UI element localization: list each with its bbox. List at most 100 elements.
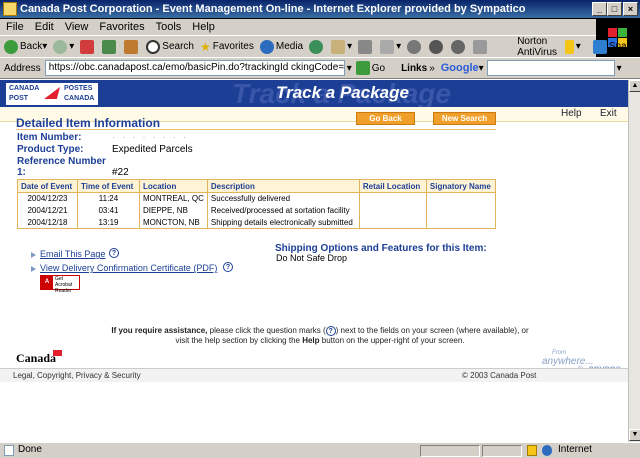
window-title: Canada Post Corporation - Event Manageme…	[20, 3, 526, 15]
address-input[interactable]: https://obc.canadapost.ca/emo/basicPin.d…	[44, 60, 345, 76]
star-icon: ★	[199, 39, 211, 54]
standard-toolbar: Back ▾ ▾ Search ★ Favorites Media ▾ ▾ Nor…	[0, 35, 638, 58]
print-icon	[358, 39, 373, 54]
snagit-icon	[592, 39, 607, 54]
google-search-input[interactable]	[486, 60, 615, 76]
page-footer: Legal, Copyright, Privacy & Security © 2…	[0, 368, 628, 382]
forward-button[interactable]: ▾	[53, 39, 74, 54]
menu-view[interactable]: View	[65, 21, 89, 33]
bullet-arrow-icon	[31, 266, 36, 272]
status-bar: Done Internet	[0, 442, 640, 458]
snagit-button[interactable]: SnagIt	[592, 39, 638, 54]
internet-zone-icon	[542, 445, 552, 456]
history-button[interactable]	[309, 39, 325, 54]
stop-icon	[80, 39, 95, 54]
research-icon	[451, 39, 466, 54]
help-link[interactable]: Help	[561, 108, 582, 119]
back-button[interactable]: Back ▾	[4, 39, 47, 54]
help-question-icon[interactable]: ?	[223, 262, 233, 272]
copyright-text: © 2003 Canada Post	[462, 371, 537, 380]
window-title-bar[interactable]: Canada Post Corporation - Event Manageme…	[0, 0, 640, 19]
refresh-button[interactable]	[102, 39, 118, 54]
address-label: Address	[4, 62, 41, 74]
menu-edit[interactable]: Edit	[35, 21, 54, 33]
discuss-icon	[407, 39, 422, 54]
help-question-icon[interactable]: ?	[109, 248, 119, 258]
shipping-option-item: Do Not Safe Drop	[276, 253, 348, 263]
bullet-arrow-icon	[31, 252, 36, 258]
menu-tools[interactable]: Tools	[156, 21, 182, 33]
table-row: 2004/12/21 03:41 DIEPPE, NB Received/pro…	[17, 204, 497, 217]
menu-file[interactable]: File	[6, 21, 24, 33]
reference-number-row: Reference Number 1: #22	[17, 156, 129, 178]
get-acrobat-reader-badge[interactable]: A Get Acrobat Reader	[40, 275, 80, 294]
go-back-button[interactable]: Go Back	[356, 112, 415, 125]
delivery-certificate-link[interactable]: View Delivery Confirmation Certificate (…	[40, 263, 217, 273]
links-chevron-icon: »	[429, 62, 435, 74]
menu-bar: File Edit View Favorites Tools Help	[0, 19, 640, 35]
maximize-button[interactable]: □	[607, 2, 622, 16]
norton-antivirus-button[interactable]: Norton AntiVirus ▾	[517, 36, 581, 58]
ie-app-icon	[3, 2, 17, 16]
reference-number-value: #22	[112, 167, 129, 178]
go-arrow-icon	[355, 61, 370, 75]
google-dropdown[interactable]: ▾	[479, 63, 484, 74]
col-date: Date of Event	[17, 179, 78, 193]
acrobat-logo-icon: A	[41, 276, 53, 289]
lock-icon	[527, 445, 537, 456]
site-banner: Track a Package CANADA POSTES POST CANAD…	[0, 80, 628, 107]
vertical-scrollbar[interactable]: ▲ ▼	[628, 80, 640, 442]
scroll-down-arrow-icon[interactable]: ▼	[629, 429, 640, 441]
item-number-row: Item Number: · · · · · · · ·	[17, 132, 189, 143]
google-toolbar-logo[interactable]: Google	[441, 62, 479, 74]
research-button[interactable]	[451, 39, 467, 54]
favorites-button[interactable]: ★ Favorites	[200, 40, 254, 54]
table-row: 2004/12/23 11:24 MONTREAL, QC Successful…	[17, 192, 497, 205]
table-header-row: Date of Event Time of Event Location Des…	[17, 179, 497, 193]
google-search-dropdown[interactable]: ▾	[617, 63, 622, 74]
canada-post-logo[interactable]: CANADA POSTES POST CANADA	[6, 83, 98, 105]
messenger-button[interactable]	[429, 39, 445, 54]
col-location: Location	[139, 179, 208, 193]
edit-button[interactable]: ▾	[380, 39, 401, 54]
menu-help[interactable]: Help	[192, 21, 215, 33]
col-signatory: Signatory Name	[425, 179, 497, 193]
col-time: Time of Event	[77, 179, 140, 193]
search-icon	[146, 39, 161, 54]
minimize-button[interactable]: _	[592, 2, 607, 16]
status-text: Done	[18, 444, 42, 455]
new-search-button[interactable]: New Search	[433, 112, 496, 125]
search-button[interactable]: Search	[146, 39, 194, 54]
address-dropdown[interactable]: ▾	[347, 63, 352, 74]
links-button[interactable]: Links	[401, 63, 427, 74]
col-retail-location: Retail Location	[358, 179, 427, 193]
page-status-icon	[4, 445, 14, 456]
menu-favorites[interactable]: Favorites	[99, 21, 144, 33]
mail-button[interactable]: ▾	[331, 39, 352, 54]
norton-icon	[565, 39, 574, 54]
web-page: Track a Package CANADA POSTES POST CANAD…	[0, 80, 628, 442]
email-page-link[interactable]: Email This Page	[40, 249, 105, 259]
exit-link[interactable]: Exit	[600, 108, 617, 119]
scroll-up-arrow-icon[interactable]: ▲	[629, 80, 640, 92]
home-button[interactable]	[124, 39, 140, 54]
print-button[interactable]	[358, 39, 374, 54]
media-icon	[259, 39, 274, 54]
product-type-value: Expedited Parcels	[112, 144, 193, 155]
divider	[16, 129, 496, 130]
assistance-note: If you require assistance, please click …	[111, 326, 529, 346]
discuss-button[interactable]	[407, 39, 423, 54]
legal-links[interactable]: Legal, Copyright, Privacy & Security	[13, 371, 141, 380]
tools-icon	[473, 39, 488, 54]
address-bar: Address https://obc.canadapost.ca/emo/ba…	[0, 57, 640, 79]
help-question-icon: ?	[325, 326, 336, 336]
forward-arrow-icon	[53, 39, 68, 54]
home-icon	[124, 39, 139, 54]
tools-button[interactable]	[473, 39, 489, 54]
close-button[interactable]: ×	[623, 2, 638, 16]
media-button[interactable]: Media	[259, 39, 303, 54]
refresh-icon	[102, 39, 117, 54]
go-button[interactable]: Go	[355, 61, 385, 75]
stop-button[interactable]	[80, 39, 96, 54]
canada-flag-icon	[53, 350, 62, 356]
